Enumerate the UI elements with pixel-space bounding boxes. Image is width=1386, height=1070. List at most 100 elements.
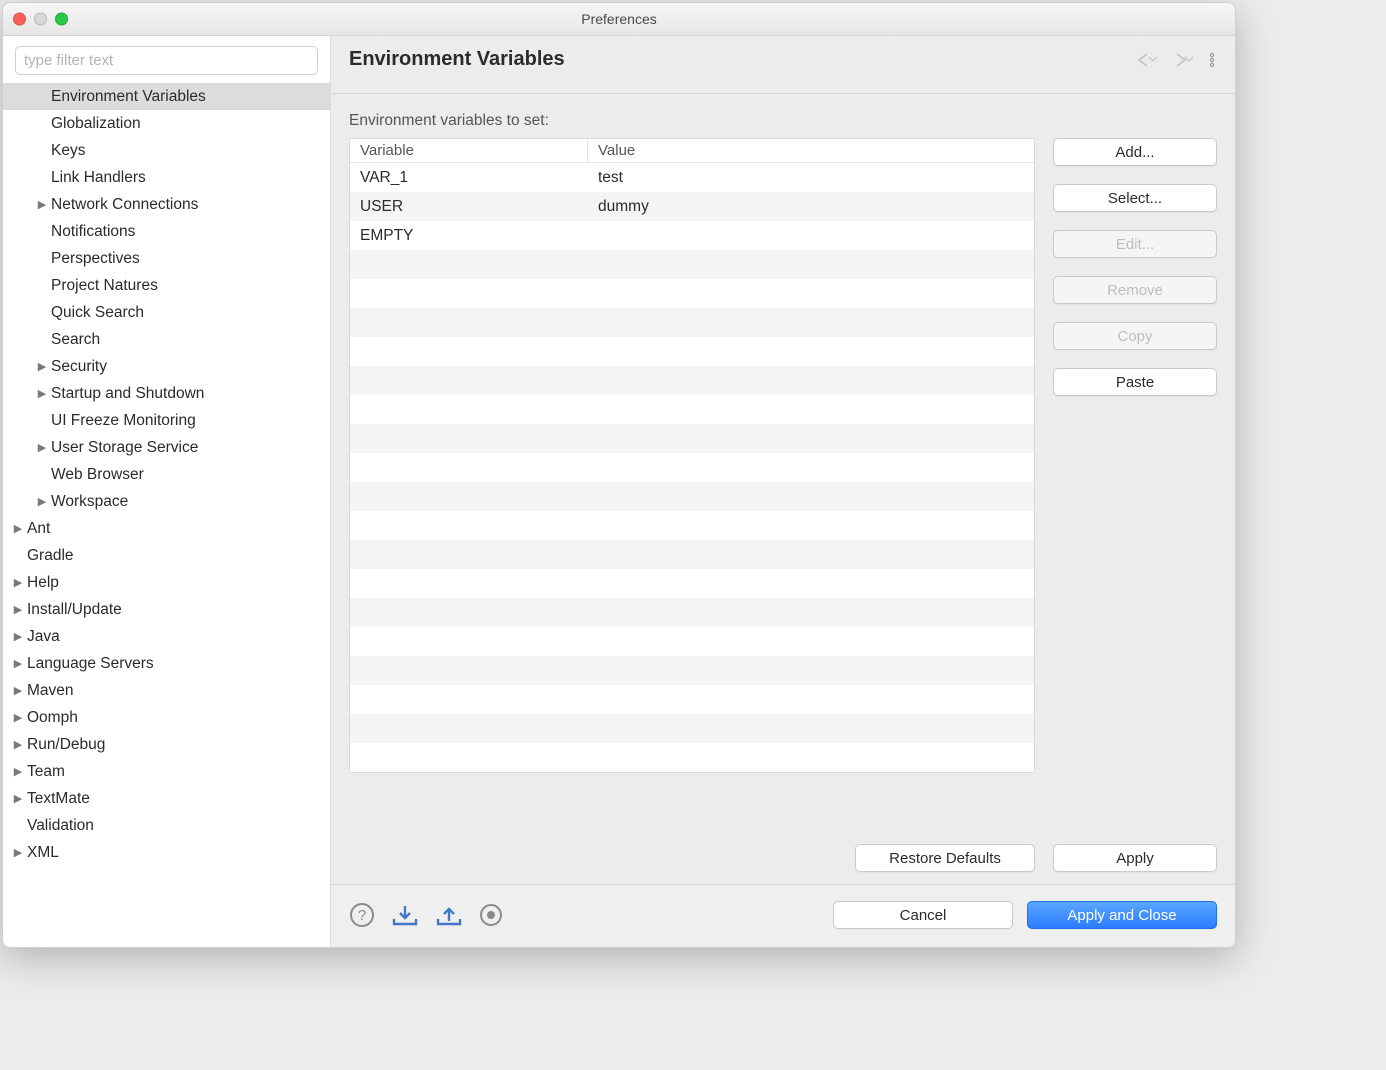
sidebar-item-label: Maven [27,682,74,700]
sidebar-item[interactable]: ▶Web Browser [3,461,330,488]
sidebar-item[interactable]: ▶Security [3,353,330,380]
sidebar-item[interactable]: ▶UI Freeze Monitoring [3,407,330,434]
sidebar-item[interactable]: ▶Ant [3,515,330,542]
table-row-empty [350,627,1034,656]
sidebar-item-label: Web Browser [51,466,144,484]
page-menu-icon[interactable] [1207,51,1217,69]
sidebar-item[interactable]: ▶Search [3,326,330,353]
page-header-tools [1135,51,1217,69]
nav-forward-icon[interactable] [1171,51,1199,69]
paste-button[interactable]: Paste [1053,368,1217,396]
sidebar-item[interactable]: ▶Globalization [3,110,330,137]
table-row[interactable]: VAR_1test [350,163,1034,192]
table-row[interactable]: EMPTY [350,221,1034,250]
nav-back-icon[interactable] [1135,51,1163,69]
tree-expand-icon[interactable]: ▶ [35,198,49,211]
cell-value: test [588,169,1034,187]
sidebar-item[interactable]: ▶Gradle [3,542,330,569]
env-vars-table[interactable]: Variable Value VAR_1testUSERdummyEMPTY [349,138,1035,773]
sidebar-item-label: User Storage Service [51,439,198,457]
apply-and-close-button[interactable]: Apply and Close [1027,901,1217,929]
sidebar-item[interactable]: ▶Language Servers [3,650,330,677]
sidebar-item-label: Link Handlers [51,169,146,187]
table-row-empty [350,250,1034,279]
sidebar-item[interactable]: ▶Notifications [3,218,330,245]
sidebar-item-label: Ant [27,520,50,538]
add-button[interactable]: Add... [1053,138,1217,166]
sidebar-item-label: Security [51,358,107,376]
column-header-variable[interactable]: Variable [350,139,588,162]
tree-expand-icon[interactable]: ▶ [11,576,25,589]
tree-expand-icon[interactable]: ▶ [11,738,25,751]
sidebar-item[interactable]: ▶Workspace [3,488,330,515]
help-icon[interactable]: ? [349,902,375,928]
sidebar-item[interactable]: ▶Team [3,758,330,785]
sidebar-item-label: Notifications [51,223,135,241]
sidebar-item-label: Team [27,763,65,781]
sidebar-item[interactable]: ▶Quick Search [3,299,330,326]
minimize-window-button[interactable] [34,13,47,26]
content-panel: Environment Variables Environment variab… [331,36,1235,947]
preference-tree[interactable]: ▶Environment Variables▶Globalization▶Key… [3,83,330,947]
table-row[interactable]: USERdummy [350,192,1034,221]
sidebar-item[interactable]: ▶Network Connections [3,191,330,218]
sidebar-item-label: Java [27,628,60,646]
sidebar-item[interactable]: ▶Keys [3,137,330,164]
table-row-empty [350,453,1034,482]
tree-expand-icon[interactable]: ▶ [11,684,25,697]
cell-variable: VAR_1 [350,169,588,187]
restore-defaults-button[interactable]: Restore Defaults [855,844,1035,872]
cancel-button[interactable]: Cancel [833,901,1013,929]
zoom-window-button[interactable] [55,13,68,26]
table-header: Variable Value [350,139,1034,163]
sidebar-item[interactable]: ▶TextMate [3,785,330,812]
tree-expand-icon[interactable]: ▶ [35,495,49,508]
sidebar-item-label: Install/Update [27,601,122,619]
edit-button: Edit... [1053,230,1217,258]
column-header-value[interactable]: Value [588,139,1034,162]
sidebar-item[interactable]: ▶Startup and Shutdown [3,380,330,407]
filter-input[interactable] [15,46,318,75]
apply-button[interactable]: Apply [1053,844,1217,872]
sidebar-item[interactable]: ▶Install/Update [3,596,330,623]
tree-expand-icon[interactable]: ▶ [11,630,25,643]
sidebar-item[interactable]: ▶Perspectives [3,245,330,272]
sidebar-item[interactable]: ▶User Storage Service [3,434,330,461]
tree-expand-icon[interactable]: ▶ [11,522,25,535]
tree-expand-icon[interactable]: ▶ [11,792,25,805]
table-row-empty [350,366,1034,395]
tree-expand-icon[interactable]: ▶ [11,765,25,778]
import-preferences-icon[interactable] [391,903,419,927]
tree-expand-icon[interactable]: ▶ [11,711,25,724]
sidebar-item[interactable]: ▶Oomph [3,704,330,731]
oomph-record-icon[interactable] [479,903,503,927]
footer-tools: ? [349,902,503,928]
sidebar-item[interactable]: ▶XML [3,839,330,866]
export-preferences-icon[interactable] [435,903,463,927]
sidebar-item[interactable]: ▶Project Natures [3,272,330,299]
tree-expand-icon[interactable]: ▶ [11,603,25,616]
sidebar-item-label: XML [27,844,59,862]
sidebar-item[interactable]: ▶Link Handlers [3,164,330,191]
sidebar-item[interactable]: ▶Maven [3,677,330,704]
sidebar-item-label: Search [51,331,100,349]
sidebar-item[interactable]: ▶Run/Debug [3,731,330,758]
table-row-empty [350,279,1034,308]
table-row-empty [350,656,1034,685]
select-button[interactable]: Select... [1053,184,1217,212]
sidebar-item-label: Startup and Shutdown [51,385,204,403]
tree-expand-icon[interactable]: ▶ [35,441,49,454]
table-and-buttons: Variable Value VAR_1testUSERdummyEMPTY A… [349,138,1217,814]
page-title: Environment Variables [349,48,565,71]
tree-expand-icon[interactable]: ▶ [11,657,25,670]
sidebar-item[interactable]: ▶Java [3,623,330,650]
page-bottom-buttons: Restore Defaults Apply [349,814,1217,872]
tree-expand-icon[interactable]: ▶ [35,387,49,400]
sidebar-item[interactable]: ▶Environment Variables [3,83,330,110]
sidebar-item-label: Workspace [51,493,128,511]
tree-expand-icon[interactable]: ▶ [11,846,25,859]
tree-expand-icon[interactable]: ▶ [35,360,49,373]
close-window-button[interactable] [13,13,26,26]
sidebar-item[interactable]: ▶Validation [3,812,330,839]
sidebar-item[interactable]: ▶Help [3,569,330,596]
